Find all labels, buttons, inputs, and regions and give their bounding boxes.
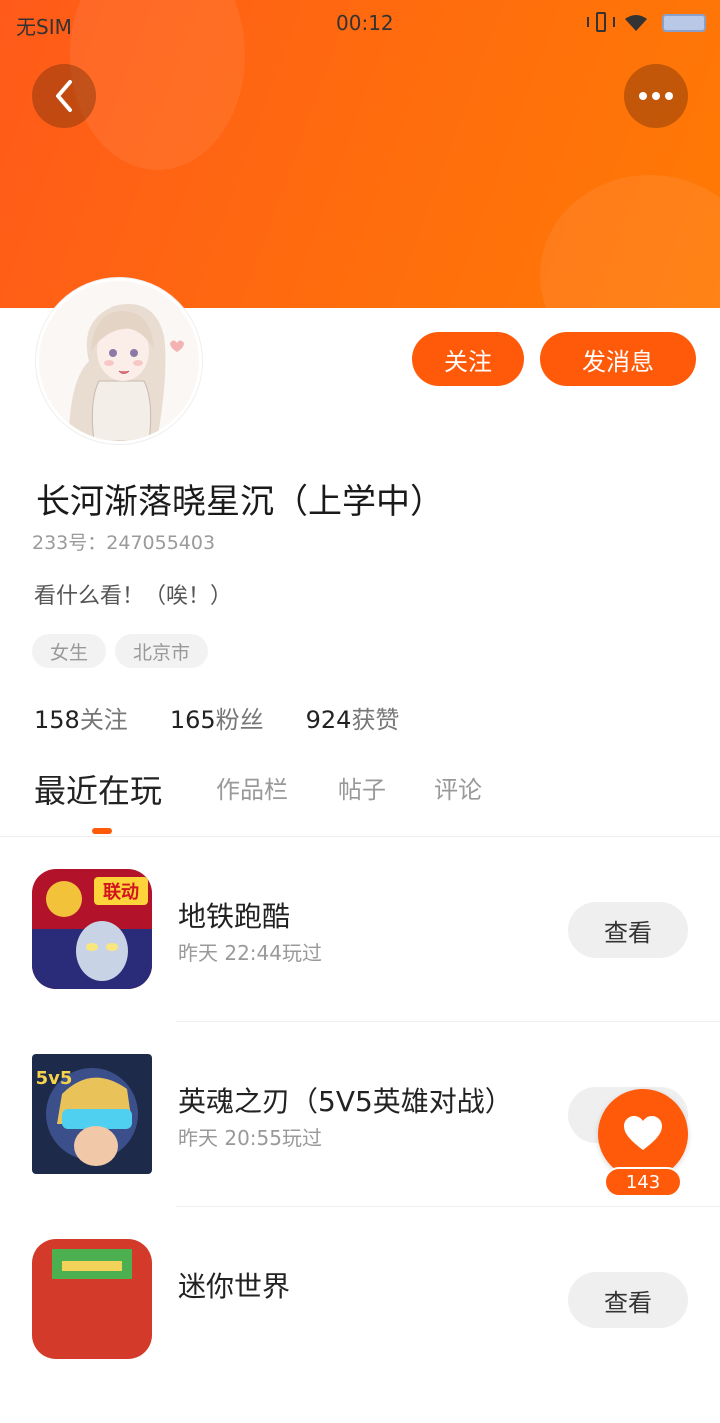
status-icons (587, 12, 706, 34)
profile-tabs: 最近在玩 作品栏 帖子 评论 (0, 760, 720, 837)
battery-icon (662, 14, 706, 32)
last-played-time: 昨天 22:44玩过 (178, 941, 322, 965)
game-icon-subway-surfers[interactable]: 联动 (32, 869, 152, 989)
user-id: 233号：247055403 (32, 528, 215, 555)
list-item[interactable]: 迷你世界 查看 (0, 1239, 720, 1423)
game-title: 迷你世界 (178, 1270, 291, 1303)
tab-comments[interactable]: 评论 (434, 770, 482, 805)
likes-received-count: 924 (305, 706, 352, 734)
profile-stats: 158关注 165粉丝 924获赞 (34, 700, 441, 735)
vibrate-icon (587, 12, 615, 34)
tab-posts[interactable]: 帖子 (338, 770, 386, 805)
view-game-button[interactable]: 查看 (568, 1272, 688, 1328)
last-played-time: 昨天 20:55玩过 (178, 1126, 322, 1150)
following-stat[interactable]: 158关注 (34, 700, 128, 735)
likes-received-label: 获赞 (351, 706, 400, 734)
status-bar: 无SIM 00:12 (0, 0, 720, 46)
divider (176, 1021, 720, 1022)
game-icon-hero-blade[interactable]: 5v5 (32, 1054, 152, 1174)
likes-stat[interactable]: 924获赞 (306, 700, 400, 735)
back-arrow-icon (56, 80, 72, 112)
profile-header-banner (0, 0, 720, 308)
game-badge: 联动 (103, 882, 139, 903)
following-count: 158 (34, 706, 80, 734)
list-item[interactable]: 联动 地铁跑酷 昨天 22:44玩过 查看 (0, 869, 720, 1053)
location-tag: 北京市 (115, 634, 209, 668)
avatar[interactable] (36, 278, 202, 444)
like-button[interactable] (598, 1089, 688, 1179)
game-title: 地铁跑酷 (178, 900, 291, 933)
send-message-button[interactable]: 发消息 (540, 332, 696, 386)
game-icon-mini-world[interactable] (32, 1239, 152, 1359)
like-count-badge: 143 (604, 1167, 682, 1197)
back-button[interactable] (32, 64, 96, 128)
divider (176, 1206, 720, 1207)
gender-tag: 女生 (32, 634, 107, 668)
followers-count: 165 (169, 706, 216, 734)
banner-decoration (540, 175, 720, 308)
more-dots-icon (639, 92, 673, 100)
profile-tags: 女生 北京市 (32, 634, 209, 668)
tab-recently-played[interactable]: 最近在玩 (34, 766, 162, 812)
following-label: 关注 (79, 706, 128, 734)
profile-bio: 看什么看！（唉！） (34, 584, 233, 609)
more-button[interactable] (624, 64, 688, 128)
follow-button[interactable]: 关注 (412, 332, 524, 386)
wifi-icon (624, 14, 648, 32)
game-title: 英魂之刃（5V5英雄对战） (178, 1085, 513, 1118)
view-game-button[interactable]: 查看 (568, 902, 688, 958)
followers-stat[interactable]: 165粉丝 (170, 700, 264, 735)
clock: 00:12 (336, 11, 394, 35)
active-tab-indicator (92, 828, 112, 834)
user-id-value: 247055403 (106, 532, 216, 554)
carrier-label: 无SIM (16, 15, 72, 39)
heart-icon (624, 1116, 662, 1150)
user-id-label: 233号： (32, 532, 107, 554)
tab-works[interactable]: 作品栏 (216, 770, 288, 805)
followers-label: 粉丝 (215, 706, 264, 734)
game-badge: 5v5 (36, 1068, 73, 1089)
profile-name: 长河渐落晓星沉（上学中） (36, 482, 444, 522)
